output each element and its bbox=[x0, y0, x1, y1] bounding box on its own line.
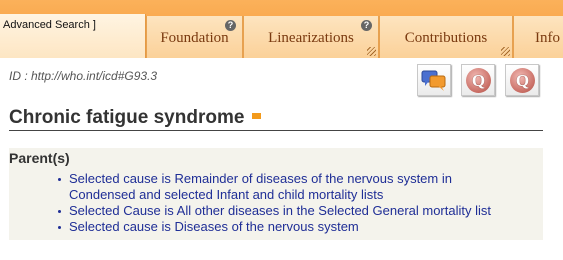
title-divider bbox=[9, 130, 543, 131]
parent-link-text: Selected cause is Diseases of the nervou… bbox=[69, 219, 359, 234]
q-badge-icon: Q bbox=[466, 68, 491, 93]
resize-grip-icon bbox=[501, 47, 510, 56]
page-title: Chronic fatigue syndrome bbox=[9, 107, 262, 129]
tab-linearizations[interactable]: Linearizations ? bbox=[243, 16, 379, 58]
parent-link-text: Selected Cause is All other diseases in … bbox=[69, 203, 491, 218]
tab-info[interactable]: Info bbox=[513, 16, 563, 58]
advanced-search-link[interactable]: Advanced Search ] bbox=[0, 14, 146, 58]
parent-link-text: Condensed and selected Infant and child … bbox=[69, 187, 384, 202]
q-badge-button[interactable]: Q bbox=[461, 64, 495, 96]
tab-info-label: Info bbox=[535, 30, 560, 46]
top-navigation-bar: Advanced Search ] Foundation ? Lineariza… bbox=[0, 0, 563, 58]
flag-icon[interactable] bbox=[252, 113, 262, 119]
advanced-search-label: Advanced Search ] bbox=[3, 19, 96, 31]
tab-linearizations-label: Linearizations bbox=[268, 30, 354, 46]
parent-link[interactable]: Selected Cause is All other diseases in … bbox=[57, 203, 543, 219]
speech-bubbles-icon bbox=[418, 70, 450, 99]
tab-foundation-label: Foundation bbox=[160, 30, 229, 46]
tab-foundation[interactable]: Foundation ? bbox=[146, 16, 243, 58]
comments-button[interactable] bbox=[417, 64, 451, 96]
parents-heading: Parent(s) bbox=[9, 150, 70, 166]
resize-grip-icon bbox=[367, 47, 376, 56]
q-badge-button[interactable]: Q bbox=[505, 64, 539, 96]
tab-contributions[interactable]: Contributions bbox=[379, 16, 513, 58]
help-icon[interactable]: ? bbox=[361, 20, 372, 31]
tab-contributions-label: Contributions bbox=[404, 30, 488, 46]
entity-id: ID : http://who.int/icd#G93.3 bbox=[9, 69, 158, 83]
parents-list: Selected cause is Remainder of diseases … bbox=[57, 171, 543, 235]
parents-section: Parent(s) Selected cause is Remainder of… bbox=[9, 148, 543, 240]
page-title-text: Chronic fatigue syndrome bbox=[9, 107, 245, 128]
help-icon[interactable]: ? bbox=[225, 20, 236, 31]
parent-link[interactable]: Selected cause is Remainder of diseases … bbox=[57, 171, 543, 203]
parent-link[interactable]: Selected cause is Diseases of the nervou… bbox=[57, 219, 543, 235]
parent-link-text: Selected cause is Remainder of diseases … bbox=[69, 171, 452, 186]
q-badge-icon: Q bbox=[510, 68, 535, 93]
